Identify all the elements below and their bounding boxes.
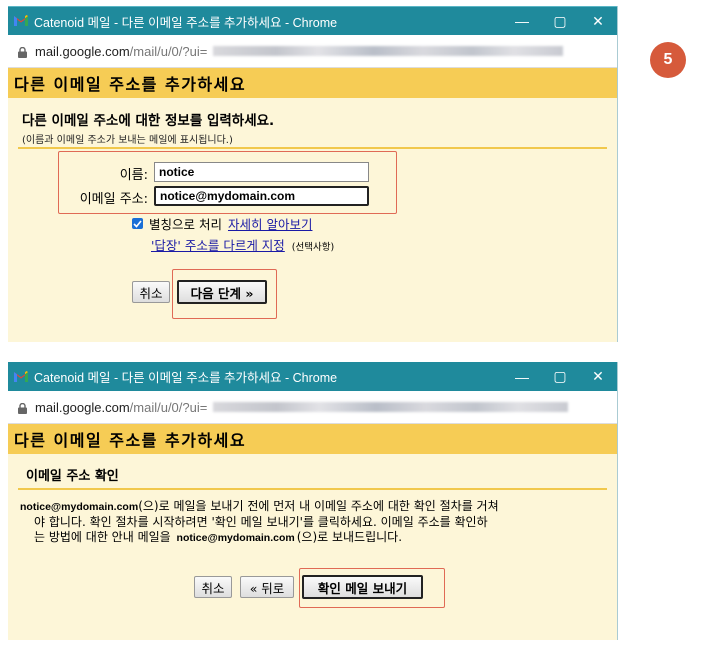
window-border: [617, 362, 618, 640]
gmail-logo-icon: [14, 370, 28, 383]
blurred-url-query: [213, 46, 564, 56]
window-title: Catenoid 메일 - 다른 이메일 주소를 추가하세요 - Chrome: [34, 371, 338, 385]
message-line-2: 야 합니다. 확인 절차를 시작하려면 '확인 메일 보내기'를 클릭하세요. …: [34, 515, 488, 529]
window-title: Catenoid 메일 - 다른 이메일 주소를 추가하세요 - Chrome: [34, 15, 338, 30]
message-line-3-end: (으)로 보내드립니다.: [296, 530, 403, 544]
maximize-button[interactable]: ▢: [541, 362, 579, 391]
highlight-box-send: [299, 568, 445, 608]
lock-icon: [18, 46, 27, 58]
highlight-box-next: [172, 269, 277, 319]
email-address-inline: notice@mydomain.com: [176, 532, 295, 544]
reply-to-link[interactable]: '답장' 주소를 다르게 지정: [151, 238, 285, 253]
window-titlebar: Catenoid 메일 - 다른 이메일 주소를 추가하세요 - Chrome …: [8, 6, 617, 35]
checkmark-icon: [133, 219, 142, 228]
cancel-button[interactable]: 취소: [132, 281, 170, 303]
section-subtitle: (이름과 이메일 주소가 보내는 메일에 표시됩니다.): [22, 135, 233, 146]
window-border: [617, 6, 618, 342]
section-divider: [18, 147, 607, 149]
close-button[interactable]: ✕: [579, 362, 617, 391]
highlight-box-fields: [58, 151, 397, 214]
url-host: mail.google.com: [35, 399, 130, 415]
optional-note: (선택사항): [291, 242, 335, 253]
gmail-logo-icon: [14, 15, 28, 27]
learn-more-link[interactable]: 자세히 알아보기: [228, 214, 312, 233]
step-number-badge: 5: [650, 42, 686, 78]
blurred-url-query: [213, 402, 569, 412]
minimize-button[interactable]: —: [503, 362, 541, 391]
close-button[interactable]: ✕: [579, 7, 617, 35]
section-title: 다른 이메일 주소에 대한 정보를 입력하세요.: [22, 113, 275, 129]
section-title: 이메일 주소 확인: [26, 469, 119, 484]
verification-message: notice@mydomain.com(으)로 메일을 보내기 전에 먼저 내 …: [20, 499, 610, 546]
section-divider: [18, 488, 607, 490]
lock-icon: [18, 402, 27, 414]
cancel-button[interactable]: 취소: [194, 576, 232, 598]
email-address: notice@mydomain.com: [20, 501, 139, 513]
url-host: mail.google.com: [35, 43, 130, 59]
window-titlebar: Catenoid 메일 - 다른 이메일 주소를 추가하세요 - Chrome …: [8, 362, 617, 391]
address-bar[interactable]: mail.google.com /mail/u/0/?ui=: [8, 391, 617, 424]
chrome-popup-window-verify-address: Catenoid 메일 - 다른 이메일 주소를 추가하세요 - Chrome …: [8, 362, 617, 640]
url-path: /mail/u/0/?ui=: [129, 399, 208, 415]
dialog-header: 다른 이메일 주소를 추가하세요: [8, 424, 617, 454]
alias-label: 별칭으로 처리: [149, 217, 222, 232]
back-button[interactable]: « 뒤로: [240, 576, 294, 598]
maximize-button[interactable]: ▢: [541, 7, 579, 35]
url-path: /mail/u/0/?ui=: [129, 43, 208, 59]
message-line-3-start: 는 방법에 대한 안내 메일을: [34, 530, 171, 544]
minimize-button[interactable]: —: [503, 7, 541, 35]
address-bar[interactable]: mail.google.com /mail/u/0/?ui=: [8, 35, 617, 68]
dialog-content: 다른 이메일 주소를 추가하세요 다른 이메일 주소에 대한 정보를 입력하세요…: [8, 68, 617, 342]
dialog-content: 다른 이메일 주소를 추가하세요 이메일 주소 확인 notice@mydoma…: [8, 424, 617, 640]
alias-checkbox[interactable]: [132, 218, 143, 229]
dialog-header: 다른 이메일 주소를 추가하세요: [8, 68, 617, 98]
chrome-popup-window-add-address: Catenoid 메일 - 다른 이메일 주소를 추가하세요 - Chrome …: [8, 6, 617, 342]
message-line-1: (으)로 메일을 보내기 전에 먼저 내 이메일 주소에 대한 확인 절차를 거…: [138, 499, 499, 513]
